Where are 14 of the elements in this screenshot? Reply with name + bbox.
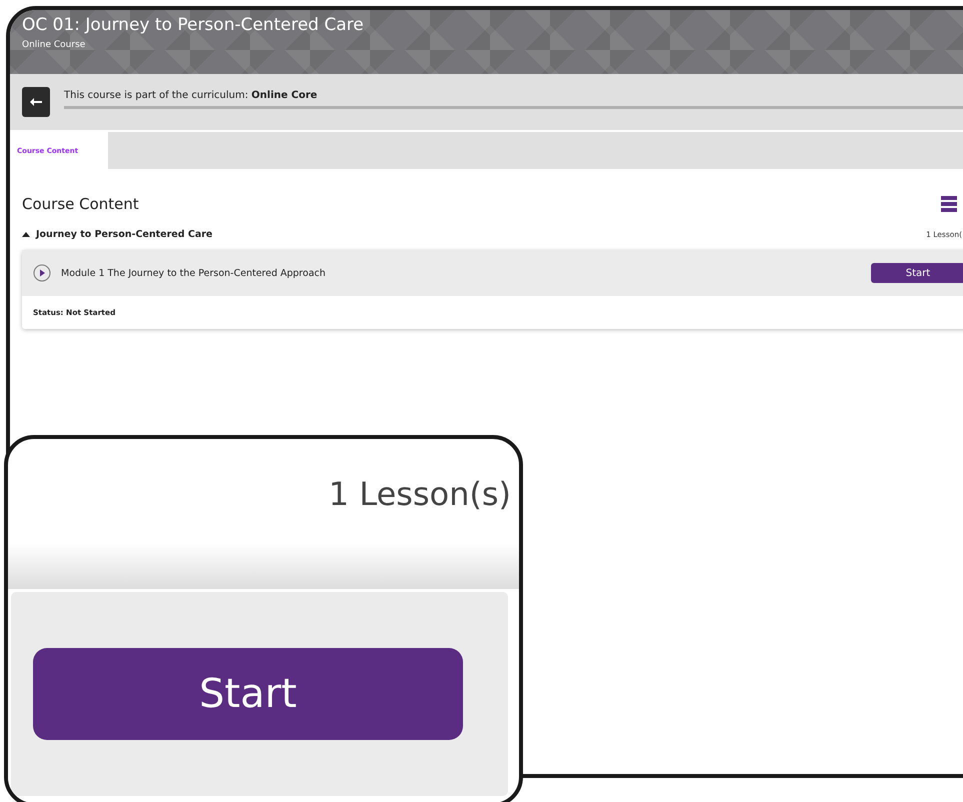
course-type: Online Course bbox=[22, 40, 86, 50]
list-view-icon[interactable] bbox=[941, 196, 957, 212]
course-title: OC 01: Journey to Person-Centered Care bbox=[22, 14, 364, 36]
back-button[interactable] bbox=[22, 87, 50, 117]
lesson-title: Module 1 The Journey to the Person-Centered Approach bbox=[61, 268, 327, 278]
section-title: Course Content bbox=[22, 195, 139, 213]
start-button[interactable]: Start bbox=[871, 263, 963, 283]
module-group-toggle[interactable]: Journey to Person-Centered Care bbox=[22, 229, 212, 240]
lesson-count: 1 Lesson(s) bbox=[328, 475, 511, 513]
start-button[interactable]: Start bbox=[33, 648, 463, 740]
back-arrow-icon bbox=[30, 98, 42, 106]
caret-icon bbox=[22, 232, 30, 237]
play-icon[interactable] bbox=[33, 264, 51, 282]
curriculum-text: This course is part of the curriculum: Online Core bbox=[64, 90, 318, 100]
